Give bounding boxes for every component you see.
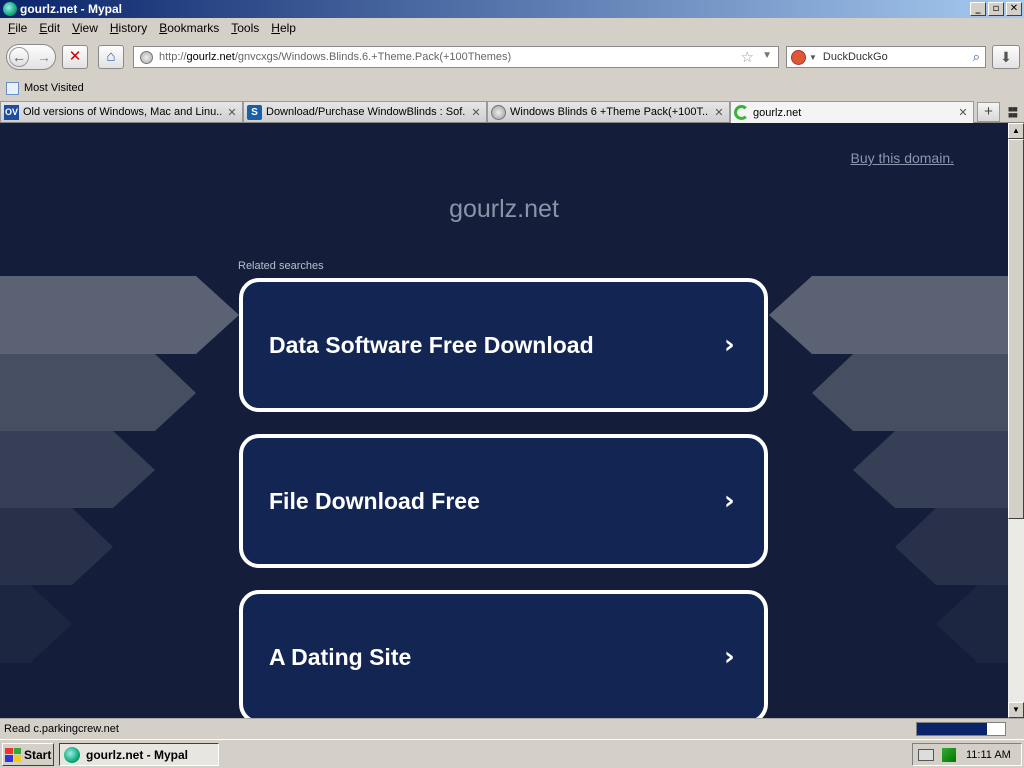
loading-spinner-icon: [734, 105, 749, 120]
menu-tools[interactable]: Tools: [225, 21, 265, 35]
oldversion-favicon-icon: OV: [4, 104, 19, 120]
search-link-data-software[interactable]: Data Software Free Download ›: [239, 278, 768, 412]
status-bar: Read c.parkingcrew.net: [0, 718, 1024, 739]
tab-strip: OV Old versions of Windows, Mac and Linu…: [0, 100, 1024, 123]
menu-help[interactable]: Help: [265, 21, 302, 35]
start-button[interactable]: Start: [2, 743, 54, 766]
tab-label: Download/Purchase WindowBlinds : Sof...: [266, 106, 466, 118]
menu-bar: File Edit View History Bookmarks Tools H…: [0, 18, 1024, 38]
vertical-scrollbar[interactable]: ▲ ▼: [1008, 123, 1024, 718]
menu-bookmarks[interactable]: Bookmarks: [153, 21, 225, 35]
search-link-label: A Dating Site: [269, 643, 412, 670]
system-tray: 11:11 AM: [912, 743, 1022, 766]
keyboard-icon[interactable]: [918, 748, 934, 761]
search-link-label: Data Software Free Download: [269, 331, 594, 358]
taskbar: Start gourlz.net - Mypal 11:11 AM: [0, 739, 1024, 768]
close-tab-icon[interactable]: ✕: [470, 106, 482, 119]
tab-gourlz[interactable]: gourlz.net ✕: [730, 101, 974, 123]
chevron-right-icon: ›: [724, 330, 735, 360]
site-name-heading: gourlz.net: [449, 195, 559, 223]
bookmark-most-visited[interactable]: Most Visited: [24, 82, 84, 94]
search-engine-dropdown-icon[interactable]: ▼: [809, 53, 817, 62]
search-bar[interactable]: ▼ DuckDuckGo ⌕: [786, 46, 986, 68]
tab-old-versions[interactable]: OV Old versions of Windows, Mac and Linu…: [0, 101, 243, 122]
close-tab-icon[interactable]: ✕: [713, 106, 725, 119]
close-window-button[interactable]: ✕: [1006, 2, 1022, 16]
search-link-file-download[interactable]: File Download Free ›: [239, 434, 768, 568]
scroll-down-icon[interactable]: ▼: [1008, 702, 1024, 718]
related-searches-label: Related searches: [238, 260, 324, 272]
taskbar-window-label: gourlz.net - Mypal: [86, 747, 188, 762]
star-icon[interactable]: ☆: [741, 48, 754, 66]
network-icon[interactable]: [942, 747, 956, 762]
search-input[interactable]: DuckDuckGo: [823, 51, 888, 63]
status-text: Read c.parkingcrew.net: [4, 723, 119, 735]
chevron-right-icon: ›: [724, 642, 735, 672]
close-tab-icon[interactable]: ✕: [226, 106, 238, 119]
url-domain: gourlz.net: [186, 51, 235, 63]
clock[interactable]: 11:11 AM: [966, 749, 1011, 761]
buy-domain-link[interactable]: Buy this domain.: [851, 150, 955, 166]
most-visited-icon: [6, 81, 19, 95]
windows-logo-icon: [5, 747, 21, 762]
mypal-task-icon: [64, 746, 80, 763]
download-arrow-icon[interactable]: ⬇: [992, 45, 1020, 69]
globe-favicon-icon: [491, 104, 506, 120]
title-bar: gourlz.net - Mypal _ ▫ ✕: [0, 0, 1024, 18]
search-link-label: File Download Free: [269, 487, 480, 514]
url-bar[interactable]: http:// gourlz.net /gnvcxgs/Windows.Blin…: [133, 46, 779, 68]
close-tab-icon[interactable]: ✕: [957, 106, 969, 119]
minimize-button[interactable]: _: [970, 2, 986, 16]
tab-windows-blinds-theme-pack[interactable]: Windows Blinds 6 +Theme Pack(+100T... ✕: [487, 101, 730, 122]
mypal-app-icon[interactable]: [3, 2, 17, 16]
url-path: /gnvcxgs/Windows.Blinds.6.+Theme.Pack(+1…: [234, 51, 512, 63]
navigation-toolbar: ← → ✕ ⌂ http:// gourlz.net /gnvcxgs/Wind…: [0, 40, 1024, 74]
tab-label: gourlz.net: [753, 106, 802, 119]
stardock-favicon-icon: S: [247, 104, 262, 120]
duckduckgo-icon[interactable]: [791, 49, 806, 65]
new-tab-button[interactable]: +: [977, 102, 1000, 122]
stop-icon[interactable]: ✕: [62, 45, 88, 69]
magnifier-icon[interactable]: ⌕: [973, 49, 980, 65]
forward-arrow-icon[interactable]: →: [37, 49, 51, 65]
scrollbar-thumb[interactable]: [1008, 139, 1024, 519]
tab-label: Windows Blinds 6 +Theme Pack(+100T...: [510, 106, 709, 118]
bookmarks-toolbar: Most Visited: [0, 78, 1024, 98]
tab-list-icon[interactable]: ■■ ■■: [1008, 105, 1020, 120]
url-dropdown-icon[interactable]: ▼: [762, 50, 772, 61]
page-load-progress: [916, 722, 1006, 736]
menu-file[interactable]: File: [2, 21, 33, 35]
start-label: Start: [24, 747, 52, 762]
site-identity-icon[interactable]: [140, 50, 153, 64]
restore-button[interactable]: ▫: [988, 2, 1004, 16]
menu-edit[interactable]: Edit: [33, 21, 66, 35]
scroll-up-icon[interactable]: ▲: [1008, 123, 1024, 139]
taskbar-window-button[interactable]: gourlz.net - Mypal: [59, 743, 219, 766]
back-forward-group: ← →: [6, 44, 56, 70]
chevron-right-icon: ›: [724, 486, 735, 516]
menu-history[interactable]: History: [104, 21, 153, 35]
search-link-dating-site[interactable]: A Dating Site ›: [239, 590, 768, 718]
tab-label: Old versions of Windows, Mac and Linu...: [23, 106, 222, 118]
page-content: Buy this domain. gourlz.net Related sear…: [0, 123, 1008, 718]
tab-windowblinds[interactable]: S Download/Purchase WindowBlinds : Sof..…: [243, 101, 487, 122]
menu-view[interactable]: View: [66, 21, 104, 35]
back-arrow-icon[interactable]: ←: [9, 47, 29, 67]
window-title: gourlz.net - Mypal: [20, 2, 122, 16]
progress-fill: [917, 723, 988, 735]
home-icon[interactable]: ⌂: [98, 45, 124, 69]
url-prefix: http://: [159, 51, 187, 63]
